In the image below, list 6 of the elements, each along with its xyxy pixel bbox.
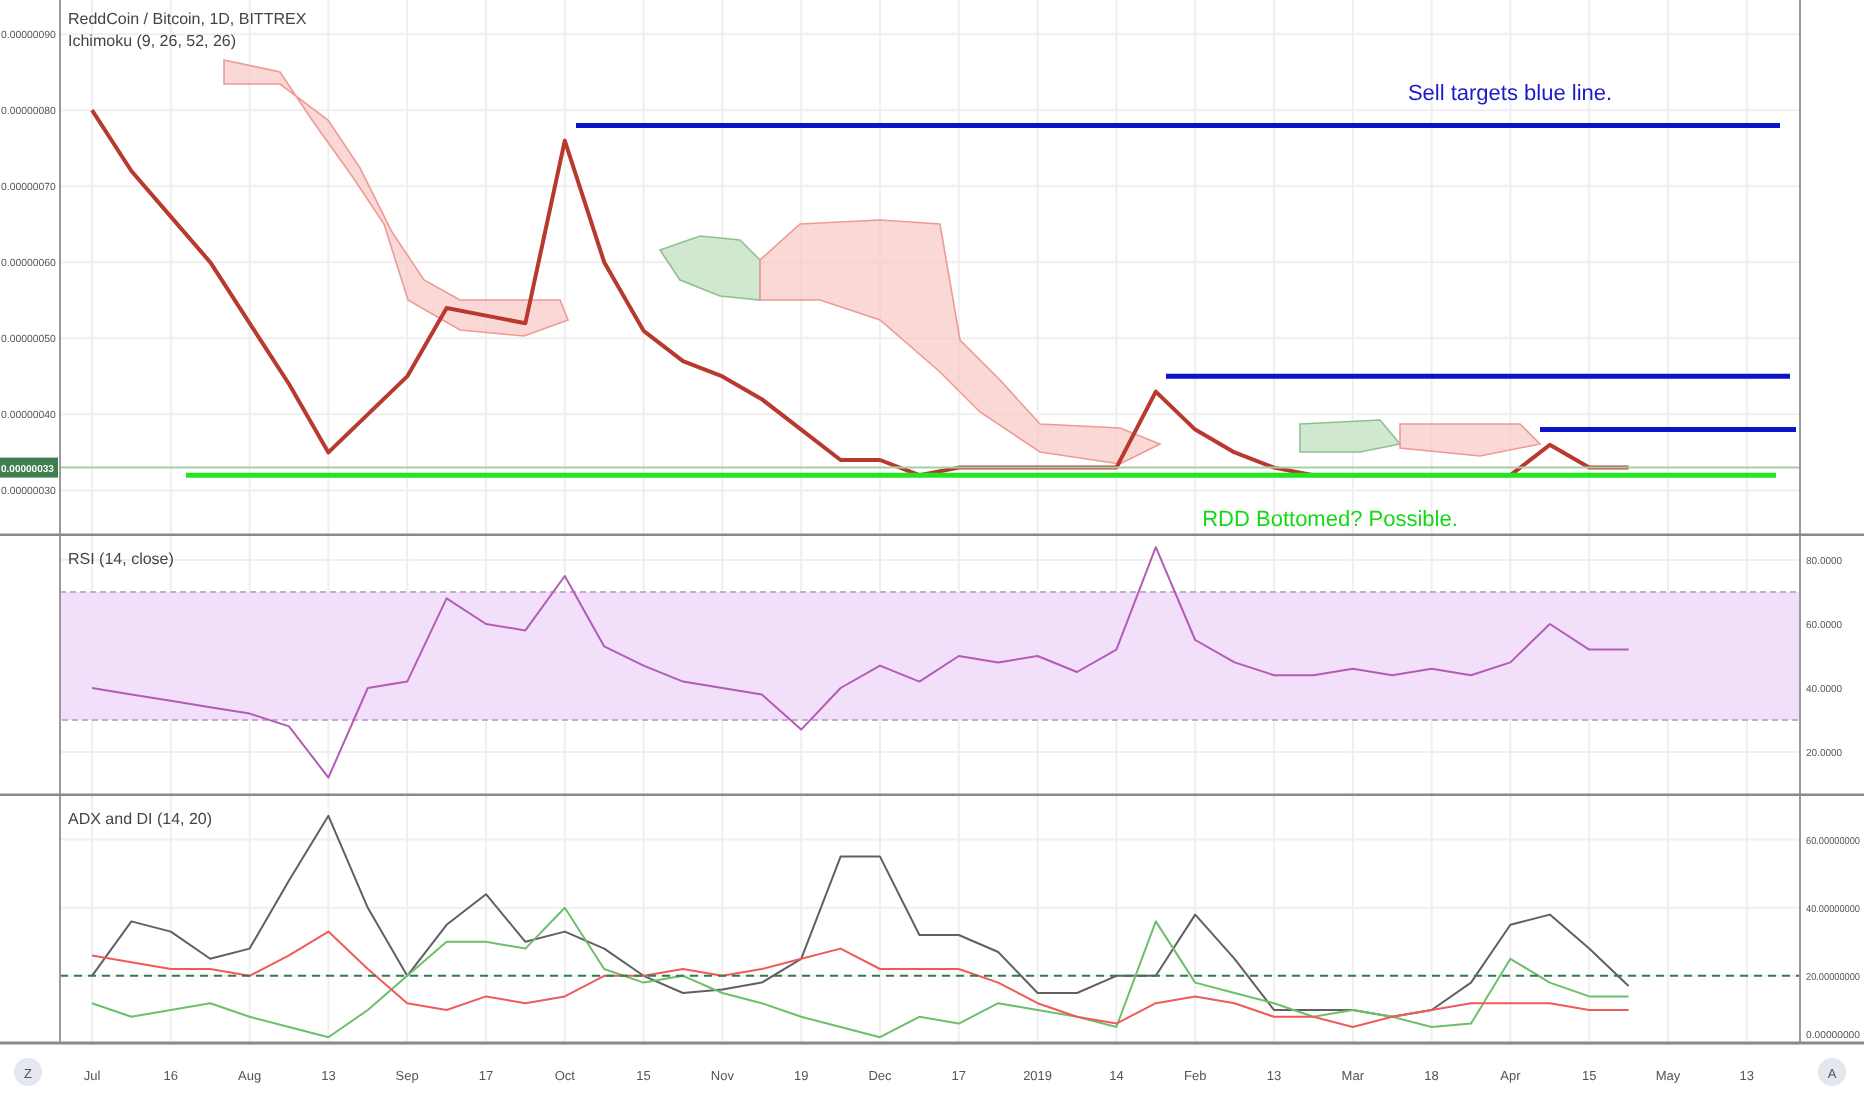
indicator-legend: RSI (14, close) bbox=[68, 550, 174, 568]
indicator-legend: Ichimoku (9, 26, 52, 26) bbox=[68, 32, 237, 50]
chart-title: ReddCoin / Bitcoin, 1D, BITTREX bbox=[68, 10, 307, 28]
chart-note: Sell targets blue line. bbox=[1407, 82, 1613, 106]
chart-note: RDD Bottomed? Possible. bbox=[1202, 508, 1458, 532]
indicator-legend: ADX and DI (14, 20) bbox=[68, 810, 213, 828]
